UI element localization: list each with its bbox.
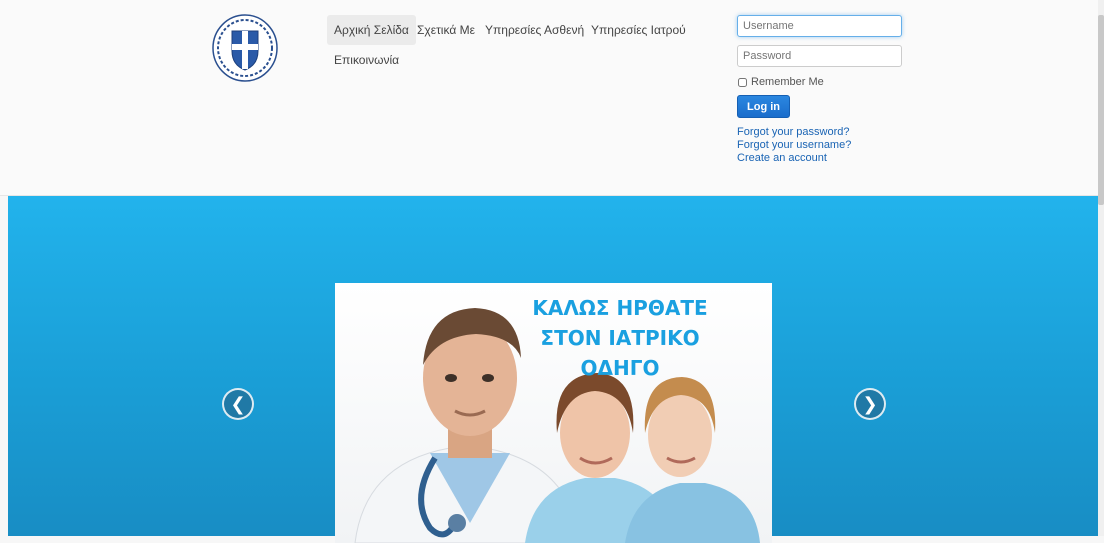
- nav-item-home[interactable]: Αρχική Σελίδα: [327, 15, 416, 45]
- slide-title-line-1: ΚΑΛΩΣ ΗΡΘΑΤΕ: [532, 296, 708, 320]
- nav-item-about[interactable]: Σχετικά Με: [410, 15, 482, 45]
- remember-me-row: Remember Me: [737, 75, 902, 89]
- carousel-slide[interactable]: ΚΑΛΩΣ ΗΡΘΑΤΕ ΣΤΟΝ ΙΑΤΡΙΚΟ ΟΔΗΓΟ: [335, 283, 772, 543]
- greek-coat-of-arms-logo[interactable]: [212, 14, 278, 82]
- login-button[interactable]: Log in: [737, 95, 790, 118]
- hero-carousel: ❮ ΚΑΛΩΣ ΗΡΘΑΤΕ ΣΤΟΝ ΙΑΤΡΙΚΟ ΟΔΗΓΟ ❯: [8, 196, 1098, 543]
- nav-item-patient-services[interactable]: Υπηρεσίες Ασθενή: [478, 15, 591, 45]
- site-header: Αρχική Σελίδα Σχετικά Με Υπηρεσίες Ασθεν…: [0, 0, 1098, 196]
- slide-welcome-title: ΚΑΛΩΣ ΗΡΘΑΤΕ ΣΤΟΝ ΙΑΤΡΙΚΟ ΟΔΗΓΟ: [515, 293, 725, 383]
- nav-item-contact[interactable]: Επικοινωνία: [327, 45, 406, 75]
- scrollbar-thumb[interactable]: [1098, 15, 1104, 205]
- carousel-prev-button[interactable]: ❮: [222, 388, 254, 420]
- carousel-next-button[interactable]: ❯: [854, 388, 886, 420]
- nav-item-doctor-services[interactable]: Υπηρεσίες Ιατρού: [584, 15, 693, 45]
- login-form: Remember Me Log in Forgot your password?…: [737, 15, 902, 165]
- password-input[interactable]: [737, 45, 902, 67]
- remember-me-label: Remember Me: [751, 76, 824, 88]
- forgot-password-link[interactable]: Forgot your password?: [737, 126, 902, 139]
- username-input[interactable]: [737, 15, 902, 37]
- forgot-username-link[interactable]: Forgot your username?: [737, 139, 902, 152]
- chevron-left-icon: ❮: [230, 393, 246, 415]
- slide-title-line-3: ΟΔΗΓΟ: [580, 356, 660, 380]
- slide-title-line-2: ΣΤΟΝ ΙΑΤΡΙΚΟ: [540, 326, 700, 350]
- account-links: Forgot your password? Forgot your userna…: [737, 126, 902, 165]
- page-scrollbar[interactable]: [1098, 0, 1104, 536]
- remember-me-checkbox[interactable]: [738, 77, 747, 87]
- create-account-link[interactable]: Create an account: [737, 152, 902, 165]
- chevron-right-icon: ❯: [862, 393, 878, 415]
